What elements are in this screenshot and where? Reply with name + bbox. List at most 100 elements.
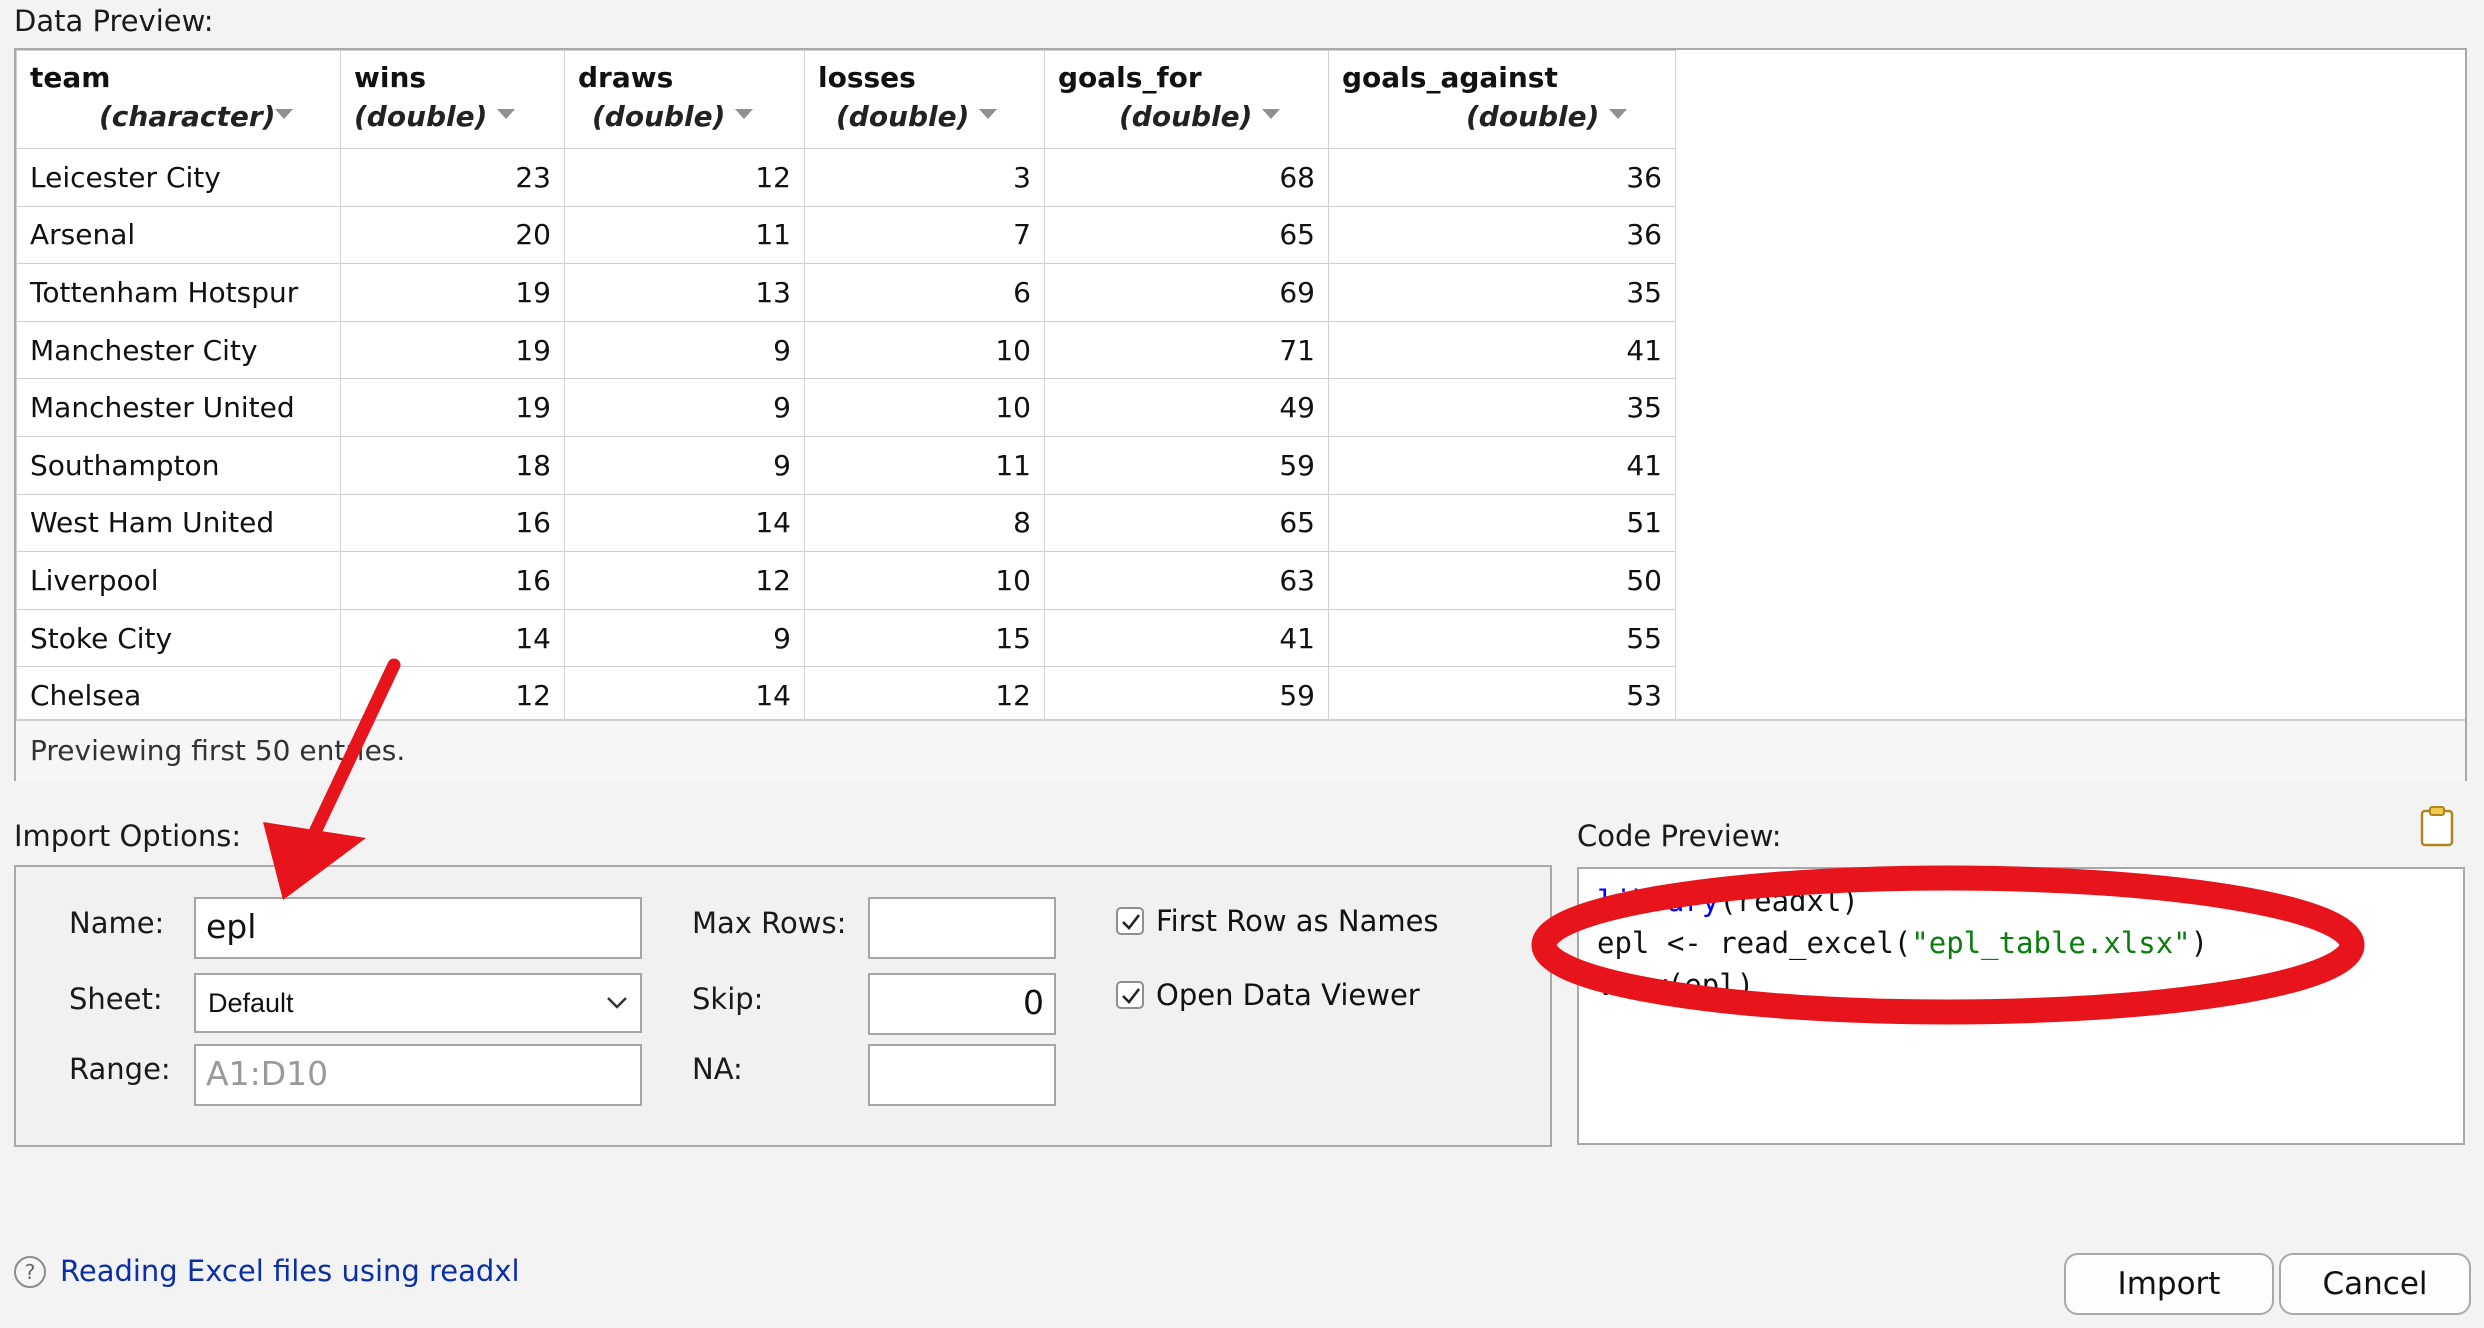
clipboard-icon[interactable] <box>2419 805 2455 847</box>
code-keyword: library <box>1597 884 1720 918</box>
cell-wins: 16 <box>340 551 565 610</box>
column-type: (double) <box>1119 100 1253 133</box>
cell-draws: 9 <box>564 320 805 380</box>
cell-team: Stoke City <box>16 608 341 668</box>
import-options-panel: Name: epl Sheet: Default Range: A1:D10 M… <box>14 865 1552 1147</box>
cell-draws: 13 <box>564 263 805 322</box>
cell-goals-against: 50 <box>1328 551 1676 610</box>
open-data-viewer-label[interactable]: Open Data Viewer <box>1156 978 1420 1012</box>
na-label: NA: <box>692 1052 743 1086</box>
import-button[interactable]: Import <box>2064 1253 2274 1315</box>
first-row-as-names-label[interactable]: First Row as Names <box>1156 904 1439 938</box>
cell-wins: 18 <box>340 435 565 495</box>
na-input[interactable] <box>868 1044 1056 1106</box>
cell-draws: 9 <box>564 608 805 668</box>
cell-wins: 16 <box>340 493 565 553</box>
cell-goals-against: 53 <box>1328 666 1676 725</box>
import-options-label: Import Options: <box>14 819 242 853</box>
cell-losses: 3 <box>804 148 1045 207</box>
cell-goals-for: 68 <box>1044 148 1329 207</box>
cell-goals-for: 65 <box>1044 205 1329 265</box>
cell-losses: 6 <box>804 263 1045 322</box>
column-type: (double) <box>1466 100 1600 133</box>
cell-goals-for: 63 <box>1044 551 1329 610</box>
cell-goals-against: 36 <box>1328 205 1676 265</box>
code-line-1: library(readxl) <box>1597 884 1859 918</box>
cell-goals-against: 41 <box>1328 435 1676 495</box>
reading-excel-help-link[interactable]: Reading Excel files using readxl <box>60 1254 520 1288</box>
cell-goals-against: 35 <box>1328 263 1676 322</box>
checkmark-icon <box>1122 988 1141 1004</box>
table-row: Arsenal 20 11 7 65 36 <box>16 205 1676 265</box>
cell-wins: 19 <box>340 320 565 380</box>
skip-label: Skip: <box>692 982 764 1016</box>
code-text: (readxl) <box>1719 884 1859 918</box>
skip-input[interactable]: 0 <box>868 973 1056 1035</box>
cell-draws: 14 <box>564 493 805 553</box>
cell-team: Southampton <box>16 435 341 495</box>
code-preview-editor[interactable]: library(readxl) epl <- read_excel("epl_t… <box>1577 867 2465 1145</box>
cell-draws: 14 <box>564 666 805 725</box>
cell-goals-for: 49 <box>1044 378 1329 437</box>
column-name: draws <box>578 61 674 94</box>
column-header-goals-against[interactable]: goals_against (double) <box>1328 50 1676 149</box>
table-header-row: team (character) wins (double) draws (do… <box>16 50 1676 149</box>
range-input[interactable]: A1:D10 <box>194 1044 642 1106</box>
column-type: (double) <box>354 100 488 133</box>
cell-goals-for: 65 <box>1044 493 1329 553</box>
column-header-team[interactable]: team (character) <box>16 50 341 149</box>
table-row: Liverpool 16 12 10 63 50 <box>16 551 1676 610</box>
chevron-down-icon <box>607 997 627 1009</box>
max-rows-label: Max Rows: <box>692 906 847 940</box>
sheet-select[interactable]: Default <box>194 973 642 1033</box>
cell-losses: 10 <box>804 320 1045 380</box>
column-type: (character) <box>99 100 276 133</box>
preview-footer: Previewing first 50 entries. <box>16 719 2465 781</box>
code-text: ) <box>2190 926 2209 960</box>
table-row: Southampton 18 9 11 59 41 <box>16 435 1676 495</box>
name-input[interactable]: epl <box>194 897 642 959</box>
cell-losses: 15 <box>804 608 1045 668</box>
cancel-button[interactable]: Cancel <box>2279 1253 2471 1315</box>
cell-goals-against: 36 <box>1328 148 1676 207</box>
open-data-viewer-checkbox[interactable] <box>1116 981 1144 1009</box>
table-row: Chelsea 12 14 12 59 53 <box>16 666 1676 725</box>
first-row-as-names-checkbox[interactable] <box>1116 907 1144 935</box>
table-row: West Ham United 16 14 8 65 51 <box>16 493 1676 553</box>
column-header-losses[interactable]: losses (double) <box>804 50 1045 149</box>
data-preview-table: team (character) wins (double) draws (do… <box>16 50 1676 725</box>
column-dropdown-icon[interactable] <box>735 109 753 119</box>
max-rows-input[interactable] <box>868 897 1056 959</box>
table-row: Manchester City 19 9 10 71 41 <box>16 320 1676 380</box>
cell-team: Tottenham Hotspur <box>16 263 341 322</box>
help-icon[interactable]: ? <box>14 1256 46 1288</box>
cell-goals-against: 35 <box>1328 378 1676 437</box>
column-name: goals_against <box>1342 61 1558 94</box>
cell-losses: 12 <box>804 666 1045 725</box>
code-line-2: epl <- read_excel("epl_table.xlsx") <box>1597 926 2208 960</box>
cell-team: Liverpool <box>16 551 341 610</box>
cell-team: Manchester United <box>16 378 341 437</box>
cell-losses: 10 <box>804 378 1045 437</box>
cell-losses: 8 <box>804 493 1045 553</box>
column-dropdown-icon[interactable] <box>1609 109 1627 119</box>
column-dropdown-icon[interactable] <box>275 109 293 119</box>
column-type: (double) <box>836 100 970 133</box>
cell-goals-for: 59 <box>1044 666 1329 725</box>
cell-wins: 19 <box>340 378 565 437</box>
cell-team: Leicester City <box>16 148 341 207</box>
column-header-goals-for[interactable]: goals_for (double) <box>1044 50 1329 149</box>
column-dropdown-icon[interactable] <box>497 109 515 119</box>
cell-draws: 12 <box>564 551 805 610</box>
code-preview-label: Code Preview: <box>1577 819 1782 853</box>
column-dropdown-icon[interactable] <box>1262 109 1280 119</box>
column-dropdown-icon[interactable] <box>979 109 997 119</box>
cell-goals-for: 69 <box>1044 263 1329 322</box>
column-header-draws[interactable]: draws (double) <box>564 50 805 149</box>
code-text: epl <- read_excel( <box>1597 926 1912 960</box>
cell-team: Chelsea <box>16 666 341 725</box>
cell-team: West Ham United <box>16 493 341 553</box>
name-label: Name: <box>69 906 165 940</box>
column-header-wins[interactable]: wins (double) <box>340 50 565 149</box>
sheet-selected-value: Default <box>208 988 294 1018</box>
